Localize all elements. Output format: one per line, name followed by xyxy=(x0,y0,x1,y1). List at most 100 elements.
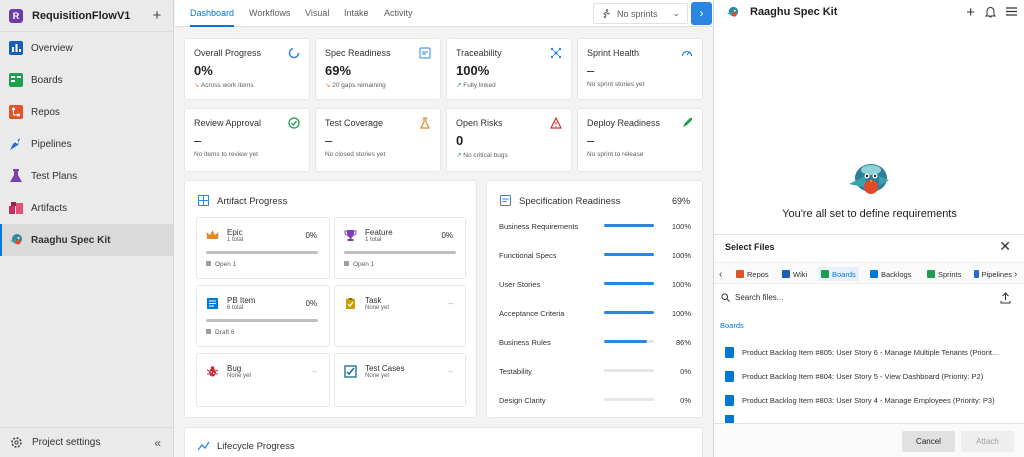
metric-sub: ↘ Across work items xyxy=(194,82,254,89)
attach-button[interactable]: Attach xyxy=(961,431,1014,452)
nav-overview[interactable]: Overview xyxy=(0,32,173,64)
spec-row-label: Design Clarity xyxy=(499,396,546,405)
tab-visual[interactable]: Visual xyxy=(305,0,329,27)
gauge-icon xyxy=(681,50,693,57)
spec-row-bar-fill xyxy=(604,311,654,314)
source-tab-backlogs[interactable]: Backlogs xyxy=(870,267,911,281)
flask-icon xyxy=(420,117,430,129)
metric-sub: ↗ No critical bugs xyxy=(456,152,508,159)
spec-row-bar-fill xyxy=(604,282,654,285)
chevron-right-icon[interactable]: › xyxy=(1014,267,1017,281)
tab-dashboard[interactable]: Dashboard xyxy=(190,0,235,27)
metric-sub: No closed stories yet xyxy=(325,151,386,158)
cancel-button[interactable]: Cancel xyxy=(902,431,955,452)
file-item[interactable] xyxy=(725,415,742,423)
menu-icon[interactable] xyxy=(1006,7,1017,16)
artifact-card-feature[interactable]: Feature 1 total 0% Open 1 xyxy=(334,217,466,279)
grid-icon xyxy=(198,195,209,206)
repos-icon xyxy=(736,270,744,278)
expand-panel-button[interactable]: › xyxy=(691,2,712,25)
nav-test-plans[interactable]: Test Plans xyxy=(0,160,173,192)
artifact-count: 1 total xyxy=(365,237,382,243)
artifact-progress-bar xyxy=(206,319,318,322)
metric-sub: ↘ 20 gaps remaining xyxy=(325,82,386,89)
source-tab-pipelines[interactable]: Pipelines xyxy=(974,267,1012,281)
collapse-sidebar-icon[interactable]: « xyxy=(154,436,161,450)
bug-icon xyxy=(206,366,219,377)
wiki-icon xyxy=(782,270,790,278)
nav-label: Artifacts xyxy=(31,202,68,214)
artifact-count: 1 total xyxy=(227,237,244,243)
chevron-left-icon[interactable]: ‹ xyxy=(719,267,722,281)
artifact-progress-bar xyxy=(344,251,456,254)
spec-row-bar xyxy=(604,398,654,401)
upload-icon[interactable] xyxy=(1000,292,1011,304)
new-chat-icon[interactable]: + xyxy=(966,4,975,21)
metric-card: Deploy Readiness – No sprint to release xyxy=(577,108,703,172)
spec-row-bar-fill xyxy=(604,253,654,256)
spec-row-value: 86% xyxy=(675,338,691,347)
nav-artifacts[interactable]: Artifacts xyxy=(0,192,173,224)
backlog-item-icon xyxy=(725,346,734,358)
top-tabs: Dashboard Workflows Visual Intake Activi… xyxy=(175,0,713,27)
dialog-footer: Cancel Attach xyxy=(714,423,1024,457)
file-item[interactable]: Product Backlog Item #805: User Story 6 … xyxy=(725,345,998,359)
test-plans-icon xyxy=(10,169,22,182)
file-search[interactable]: Search files... xyxy=(721,293,783,302)
tab-workflows[interactable]: Workflows xyxy=(249,0,290,27)
crown-icon xyxy=(206,230,219,239)
artifact-card-bug[interactable]: Bug None yet – xyxy=(196,353,330,407)
close-icon[interactable]: ✕ xyxy=(999,238,1011,255)
source-tab-wiki[interactable]: Wiki xyxy=(782,267,807,281)
add-icon[interactable]: + xyxy=(150,7,164,24)
artifact-card-test-cases[interactable]: Test Cases None yet – xyxy=(334,353,466,407)
source-tab-sprints[interactable]: Sprints xyxy=(927,267,961,281)
metric-value: 0 xyxy=(456,133,464,148)
pipelines-icon xyxy=(974,270,979,278)
source-tab-repos[interactable]: Repos xyxy=(736,267,769,281)
spec-row: Testability 0% xyxy=(499,367,691,376)
trend-line-icon xyxy=(197,441,210,451)
artifacts-icon xyxy=(9,202,23,214)
spec-row-value: 0% xyxy=(680,367,691,376)
select-files-dialog: Select Files ✕ ‹ Repos Wiki Boards Backl… xyxy=(714,234,1024,457)
org-avatar[interactable]: R xyxy=(9,8,23,23)
bell-icon[interactable] xyxy=(985,6,996,18)
tab-activity[interactable]: Activity xyxy=(384,0,413,27)
metric-card: Open Risks 0 ↗ No critical bugs xyxy=(446,108,572,172)
artifact-card-epic[interactable]: Epic 1 total 0% Open 1 xyxy=(196,217,330,279)
settings-label: Project settings xyxy=(32,437,101,448)
metric-sub: ↗ Fully linked xyxy=(456,82,496,89)
panel-title: Raaghu Spec Kit xyxy=(750,6,838,18)
nav-raaghu-spec-kit[interactable]: Raaghu Spec Kit xyxy=(0,224,173,256)
nav-label: Overview xyxy=(31,42,73,54)
artifact-percent: 0% xyxy=(305,231,317,240)
artifact-count: None yet xyxy=(365,305,390,311)
nav-pipelines[interactable]: Pipelines xyxy=(0,128,173,160)
boards-icon xyxy=(821,270,829,278)
source-tabs: ‹ Repos Wiki Boards Backlogs Sprints Pip… xyxy=(714,262,1024,284)
sprint-filter-dropdown[interactable]: No sprints ⌄ xyxy=(593,3,688,24)
artifact-card-pb-item[interactable]: PB Item 6 total 0% Draft 6 xyxy=(196,285,330,347)
spec-row-bar-fill xyxy=(604,224,654,227)
file-item[interactable]: Product Backlog Item #803: User Story 4 … xyxy=(725,393,995,407)
runner-icon xyxy=(603,8,611,18)
network-icon xyxy=(550,47,562,59)
source-tab-boards[interactable]: Boards xyxy=(818,267,859,281)
nav-label: Raaghu Spec Kit xyxy=(31,234,111,246)
nav-boards[interactable]: Boards xyxy=(0,64,173,96)
project-settings[interactable]: Project settings « xyxy=(0,427,173,457)
spec-row: Business Rules 86% xyxy=(499,338,691,347)
nav-repos[interactable]: Repos xyxy=(0,96,173,128)
project-name[interactable]: RequisitionFlowV1 xyxy=(32,10,150,22)
metric-sub: No items to review yet xyxy=(194,151,258,158)
artifact-percent: – xyxy=(448,299,453,308)
file-item[interactable]: Product Backlog Item #804: User Story 5 … xyxy=(725,369,983,383)
empty-state-message: You're all set to define requirements xyxy=(782,208,957,220)
raaghu-bird-icon xyxy=(10,234,22,245)
spec-row-bar xyxy=(604,224,654,227)
artifact-card-task[interactable]: Task None yet – xyxy=(334,285,466,347)
tab-intake[interactable]: Intake xyxy=(344,0,369,27)
spec-row-label: Business Requirements xyxy=(499,222,579,231)
spec-row-value: 100% xyxy=(671,251,691,260)
